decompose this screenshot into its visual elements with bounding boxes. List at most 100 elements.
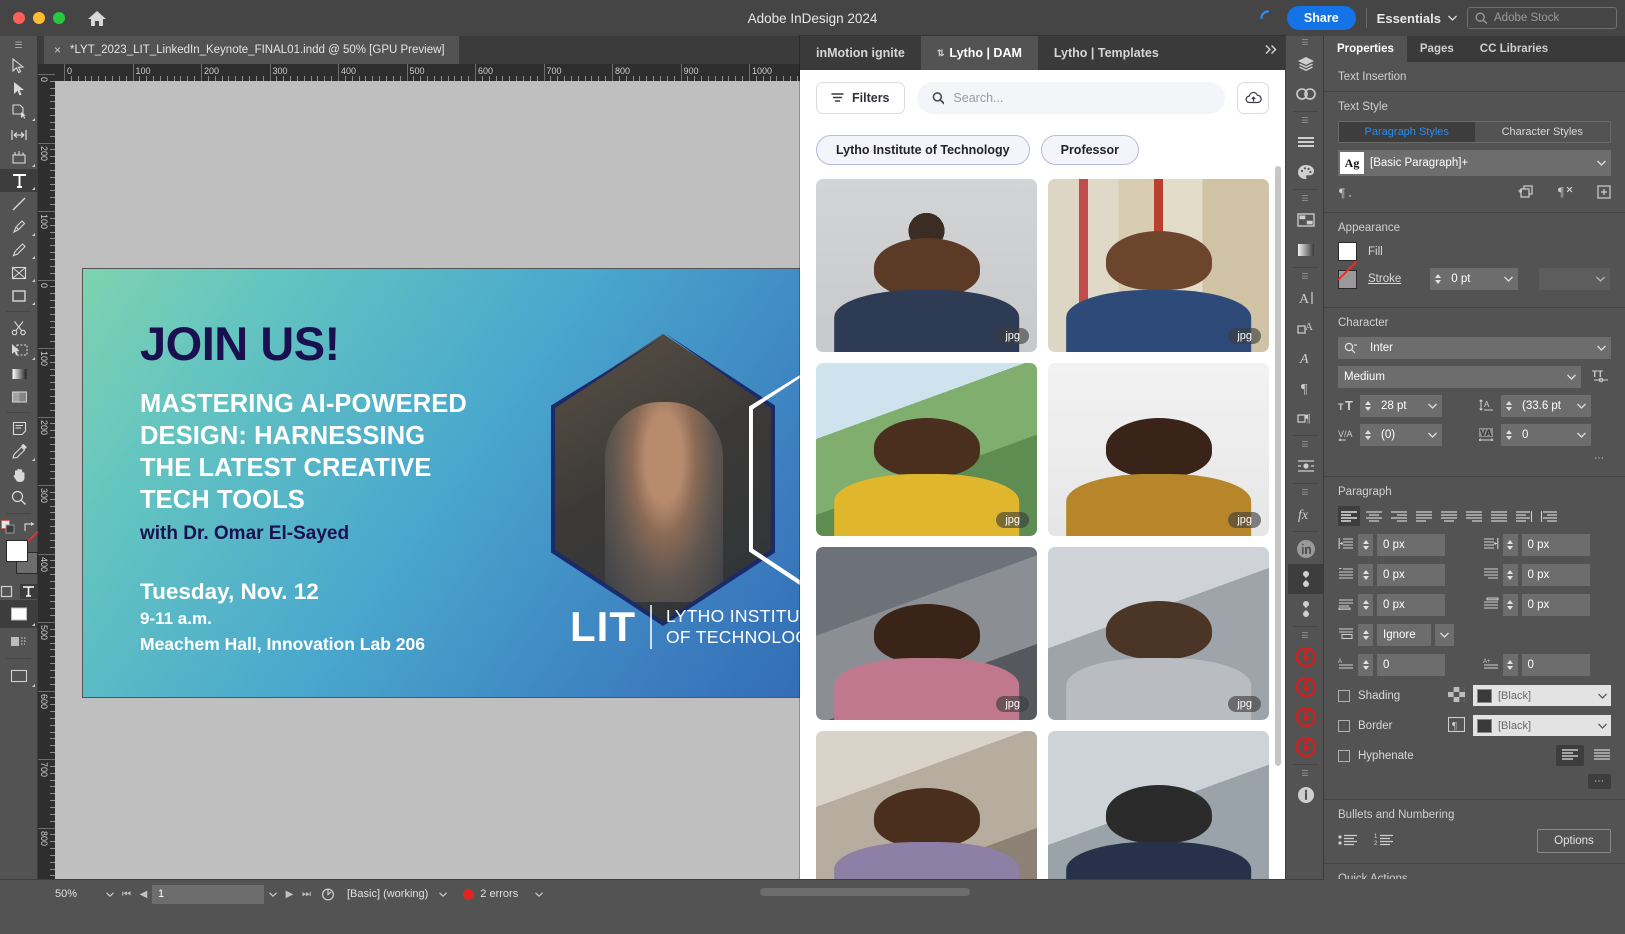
normal-view-mode-button[interactable]: [0, 600, 38, 628]
chevron-down-icon[interactable]: [1499, 268, 1518, 290]
align-right-button[interactable]: [1388, 506, 1410, 526]
stroke-type-input[interactable]: [1539, 268, 1591, 290]
shading-pattern-icon[interactable]: [1448, 687, 1465, 705]
workspace-switcher[interactable]: Essentials: [1377, 11, 1457, 26]
preflight-dropdown-icon[interactable]: [434, 892, 451, 897]
document-tab[interactable]: × *LYT_2023_LIT_LinkedIn_Keynote_FINAL01…: [44, 36, 459, 64]
space-before-field[interactable]: [1338, 594, 1467, 616]
first-page-button[interactable]: ⏮: [118, 889, 135, 900]
lytho-tab-0[interactable]: inMotion ignite: [800, 36, 921, 70]
artboard-hexagon-photo-group[interactable]: [553, 334, 800, 624]
right-indent-input[interactable]: [1522, 534, 1590, 556]
errors-dropdown-icon[interactable]: [530, 892, 547, 897]
filter-chip-0[interactable]: Lytho Institute of Technology: [816, 135, 1030, 165]
first-line-indent-stepper[interactable]: [1358, 564, 1373, 586]
chevron-down-icon[interactable]: [1423, 424, 1442, 446]
artboard-page-1[interactable]: JOIN US! MASTERING AI-POWEREDDESIGN: HAR…: [82, 268, 800, 698]
character-more-options-icon[interactable]: ⋯: [1588, 451, 1611, 466]
font-size-input[interactable]: [1375, 395, 1423, 417]
page-dropdown-icon[interactable]: [264, 892, 281, 897]
pencil-tool[interactable]: [0, 238, 38, 261]
preflight-icon[interactable]: [315, 887, 341, 902]
kerning-stepper[interactable]: [1360, 424, 1375, 446]
swatches-icon[interactable]: [1288, 157, 1323, 187]
last-page-button[interactable]: ⏭: [298, 889, 315, 900]
fill-swatch[interactable]: [6, 540, 28, 562]
gradient-icon[interactable]: [1288, 235, 1323, 265]
border-paragraph-icon[interactable]: ¶: [1448, 717, 1465, 735]
layers-icon[interactable]: [1288, 49, 1323, 79]
glyphs-icon[interactable]: A: [1288, 343, 1323, 373]
rectangle-tool[interactable]: [0, 284, 38, 307]
content-collector-tool[interactable]: [0, 146, 38, 169]
lytho-tab-1[interactable]: ⇅Lytho | DAM: [921, 36, 1038, 70]
space-before-stepper[interactable]: [1358, 594, 1373, 616]
canvas-horizontal-scrollbar[interactable]: [760, 888, 970, 896]
lytho-tab-2[interactable]: Lytho | Templates: [1038, 36, 1175, 70]
chevron-down-icon[interactable]: [1562, 366, 1581, 388]
right-indent-field[interactable]: [1483, 534, 1612, 556]
chevron-down-icon[interactable]: [1591, 268, 1610, 290]
asset-card[interactable]: jpg: [1048, 179, 1269, 352]
selection-tool[interactable]: [0, 54, 38, 77]
lytho-icon[interactable]: [1288, 732, 1323, 762]
space-after-field[interactable]: [1483, 594, 1612, 616]
font-style-input[interactable]: [1338, 366, 1562, 388]
zoom-tool[interactable]: [0, 486, 38, 509]
lytho-panel-scrollbar[interactable]: [1275, 166, 1281, 766]
paragraph-style-selector[interactable]: Ag [Basic Paragraph]+: [1338, 150, 1611, 176]
rail-grip[interactable]: ☰: [1288, 486, 1323, 499]
asset-card[interactable]: jpg: [1048, 547, 1269, 720]
window-controls[interactable]: [13, 12, 65, 24]
last-line-indent-stepper[interactable]: [1503, 564, 1518, 586]
asset-card[interactable]: jpg: [816, 547, 1037, 720]
paragraph-styles-tab[interactable]: Paragraph Styles: [1339, 122, 1475, 142]
screen-mode-button[interactable]: [0, 628, 38, 654]
zoom-dropdown-icon[interactable]: [101, 892, 118, 897]
close-window-button[interactable]: [13, 12, 25, 24]
page-number-field[interactable]: 1: [152, 885, 264, 904]
drop-cap-lines-field[interactable]: A: [1338, 654, 1467, 676]
frame-tool[interactable]: [0, 261, 38, 284]
link-active-icon[interactable]: [1288, 564, 1323, 594]
last-line-indent-input[interactable]: [1522, 564, 1590, 586]
link-icon[interactable]: [1288, 594, 1323, 624]
gap-tool[interactable]: [0, 123, 38, 146]
tab-drag-handle-icon[interactable]: ⇅: [937, 48, 945, 59]
rail-grip[interactable]: ☰: [1288, 270, 1323, 283]
paragraph-icon[interactable]: ¶: [1288, 373, 1323, 403]
upload-button[interactable]: [1237, 82, 1269, 114]
align-left-button[interactable]: [1338, 506, 1360, 526]
line-tool[interactable]: [0, 192, 38, 215]
hand-tool[interactable]: [0, 463, 38, 486]
space-before-input[interactable]: [1377, 594, 1445, 616]
collapse-panel-icon[interactable]: [1264, 42, 1279, 60]
chevron-down-icon[interactable]: [1572, 424, 1591, 446]
next-page-button[interactable]: ▶: [281, 889, 298, 900]
chevron-down-icon[interactable]: [1592, 337, 1611, 359]
info-icon[interactable]: [1288, 780, 1323, 810]
text-case-icon[interactable]: TT: [1591, 368, 1611, 387]
paragraph-styles-icon[interactable]: [1288, 127, 1323, 157]
type-tool[interactable]: [0, 169, 38, 192]
space-after-stepper[interactable]: [1503, 594, 1518, 616]
tracking-input[interactable]: [1516, 424, 1572, 446]
asset-card[interactable]: jpg: [1048, 363, 1269, 536]
chevron-down-icon[interactable]: [1592, 152, 1611, 174]
chevron-down-icon[interactable]: [1598, 690, 1607, 702]
border-color-field[interactable]: [Black]: [1473, 715, 1611, 736]
horizontal-ruler[interactable]: 01002003004005006007008009001000: [38, 64, 800, 81]
rail-grip[interactable]: ☰: [1288, 114, 1323, 127]
paragraph-mark-icon[interactable]: ¶: [1338, 185, 1354, 202]
home-icon[interactable]: [87, 9, 107, 27]
justify-last-right-button[interactable]: [1463, 506, 1485, 526]
tools-panel-grip[interactable]: ☰: [0, 36, 37, 54]
zoom-level-value[interactable]: 50%: [55, 888, 101, 900]
tracking-stepper[interactable]: [1501, 424, 1516, 446]
adobe-stock-search[interactable]: Adobe Stock: [1467, 7, 1617, 29]
direct-selection-tool[interactable]: [0, 77, 38, 100]
lytho-icon[interactable]: [1288, 672, 1323, 702]
pen-tool[interactable]: [0, 215, 38, 238]
right-indent-stepper[interactable]: [1503, 534, 1518, 556]
presentation-mode-button[interactable]: [0, 663, 38, 689]
